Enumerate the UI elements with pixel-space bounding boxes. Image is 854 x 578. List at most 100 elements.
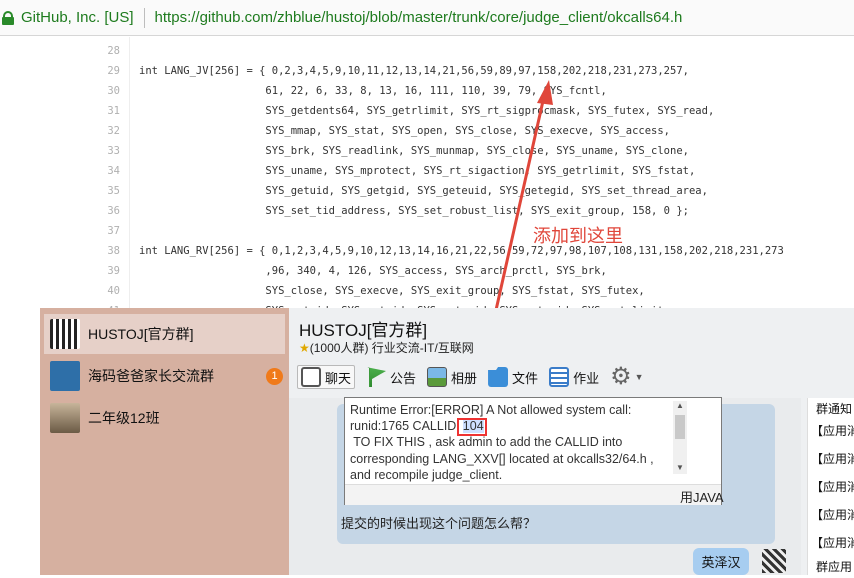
code-view: 28 29 int LANG_JV[256] = { 0,2,3,4,5,9,10,… — [0, 37, 854, 327]
line-number: 37 — [107, 225, 120, 237]
code-text: SYS_mmap, SYS_stat, SYS_open, SYS_close,… — [139, 125, 671, 137]
notice-title: 群通知 — [816, 402, 853, 416]
my-avatar — [762, 549, 786, 573]
tab-label: 相册 — [451, 370, 478, 386]
chevron-down-icon: ▼ — [634, 372, 644, 382]
line-number: 34 — [107, 165, 120, 177]
line-number: 31 — [107, 105, 120, 117]
code-text: SYS_set_tid_address, SYS_set_robust_list… — [139, 205, 689, 217]
line-number: 30 — [107, 85, 120, 97]
tab-label: 文件 — [512, 370, 539, 386]
scroll-down-icon: ▼ — [676, 463, 684, 472]
code-text: SYS_uname, SYS_mprotect, SYS_rt_sigactio… — [139, 165, 696, 177]
notice-item[interactable]: 【应用消 — [811, 422, 854, 439]
code-text: int LANG_RV[256] = { 0,1,2,3,4,5,9,10,12… — [139, 245, 784, 257]
message-fragment: 用JAVA — [680, 490, 724, 505]
line-number: 40 — [107, 285, 120, 297]
tab-chat[interactable]: 聊天 — [297, 365, 356, 389]
scroll-up-icon: ▲ — [676, 401, 684, 410]
contact-list: HUSTOJ[官方群] 海码爸爸家长交流群 1 二年级12班 — [40, 308, 289, 575]
callid-highlight — [457, 418, 487, 436]
line-number: 33 — [107, 145, 120, 157]
tab-label: 聊天 — [325, 370, 352, 386]
group-subtitle: ★(1000人群) 行业交流-IT/互联网 — [299, 339, 474, 356]
my-message-bubble: 英泽汉 — [693, 548, 749, 575]
contact-hustoj[interactable]: HUSTOJ[官方群] — [44, 314, 285, 354]
error-line: TO FIX THIS , ask admin to add the CALLI… — [350, 435, 623, 450]
browser-address-bar[interactable]: GitHub, Inc. [US] https://github.com/zhb… — [0, 0, 854, 36]
tab-notice[interactable]: 公告 — [366, 367, 416, 387]
code-line: 33 SYS_brk, SYS_readlink, SYS_munmap, SY… — [0, 141, 854, 161]
line-number: 29 — [107, 65, 120, 77]
group-notice-panel: 群通知 【应用消 【应用消 【应用消 【应用消 【应用消 群应用 — [807, 398, 854, 575]
notice-item[interactable]: 【应用消 — [811, 478, 854, 495]
url-text[interactable]: https://github.com/zhblue/hustoj/blob/ma… — [155, 9, 683, 26]
chat-toolbar: 聊天 公告 相册 文件 作业 ⚙ ▼ — [297, 364, 655, 390]
line-number: 39 — [107, 265, 120, 277]
code-line: 34 SYS_uname, SYS_mprotect, SYS_rt_sigac… — [0, 161, 854, 181]
code-line: 30 61, 22, 6, 33, 8, 13, 16, 111, 110, 3… — [0, 81, 854, 101]
settings-menu[interactable]: ⚙ ▼ — [610, 363, 644, 390]
tab-files[interactable]: 文件 — [488, 367, 538, 387]
error-line: and recompile judge_client. — [350, 467, 503, 482]
scroll-thumb[interactable] — [675, 415, 685, 439]
qr-avatar-icon — [50, 319, 80, 349]
flag-icon — [366, 367, 387, 387]
code-line: 35 SYS_getuid, SYS_getgid, SYS_geteuid, … — [0, 181, 854, 201]
code-line: 32 SYS_mmap, SYS_stat, SYS_open, SYS_clo… — [0, 121, 854, 141]
code-line: 37 — [0, 221, 854, 241]
annotation-text: 添加到这里 — [533, 226, 623, 246]
site-identity[interactable]: GitHub, Inc. [US] — [21, 9, 134, 26]
document-icon — [549, 367, 570, 387]
contact-name: HUSTOJ[官方群] — [88, 326, 194, 342]
tab-homework[interactable]: 作业 — [549, 367, 599, 387]
code-line: 40 SYS_close, SYS_execve, SYS_exit_group… — [0, 281, 854, 301]
line-number: 36 — [107, 205, 120, 217]
code-line: 36 SYS_set_tid_address, SYS_set_robust_l… — [0, 201, 854, 221]
error-box-footer — [345, 484, 721, 505]
tab-album[interactable]: 相册 — [427, 367, 477, 387]
error-line: runid:1765 CALLID: — [350, 419, 460, 434]
chat-bubble-icon — [301, 367, 321, 387]
error-line: Runtime Error:[ERROR] A Not allowed syst… — [350, 403, 632, 417]
scrollbar[interactable]: ▲ ▼ — [673, 401, 687, 474]
seahorse-avatar-icon — [50, 361, 80, 391]
notice-item[interactable]: 【应用消 — [811, 534, 854, 551]
divider — [143, 7, 145, 28]
lock-icon — [2, 10, 14, 25]
line-number: 38 — [107, 245, 120, 257]
group-photo-avatar-icon — [50, 403, 80, 433]
star-icon: ★ — [299, 341, 310, 355]
code-line: 29 int LANG_JV[256] = { 0,2,3,4,5,9,10,11… — [0, 61, 854, 81]
code-text: SYS_getdents64, SYS_getrlimit, SYS_rt_si… — [139, 105, 715, 117]
line-number: 32 — [107, 125, 120, 137]
group-info: (1000人群) 行业交流-IT/互联网 — [309, 341, 474, 355]
unread-badge: 1 — [266, 367, 283, 385]
contact-name: 海码爸爸家长交流群 — [88, 368, 214, 384]
code-text: SYS_close, SYS_execve, SYS_exit_group, S… — [139, 285, 645, 297]
code-line: 31 SYS_getdents64, SYS_getrlimit, SYS_rt… — [0, 101, 854, 121]
folder-icon — [488, 367, 509, 387]
error-line: corresponding LANG_XXV[] located at okca… — [350, 451, 654, 466]
notice-item[interactable]: 【应用消 — [811, 450, 854, 467]
contact-class-group[interactable]: 二年级12班 — [44, 398, 285, 438]
code-line: 28 — [0, 41, 854, 61]
chat-message: 提交的时候出现这个问题怎么帮？ — [341, 516, 537, 531]
code-text: ,96, 340, 4, 126, SYS_access, SYS_arch_p… — [139, 265, 607, 277]
tab-label: 公告 — [390, 370, 417, 386]
contact-parents-group[interactable]: 海码爸爸家长交流群 1 — [44, 356, 285, 396]
contact-name: 二年级12班 — [88, 410, 160, 426]
code-text: 61, 22, 6, 33, 8, 13, 16, 111, 110, 39, … — [139, 85, 607, 97]
gear-icon: ⚙ — [610, 363, 632, 390]
error-screenshot: Runtime Error:[ERROR] A Not allowed syst… — [344, 397, 722, 505]
code-text: SYS_brk, SYS_readlink, SYS_munmap, SYS_c… — [139, 145, 689, 157]
error-text: Runtime Error:[ERROR] A Not allowed syst… — [350, 402, 672, 483]
notice-item[interactable]: 【应用消 — [811, 506, 854, 523]
group-apps-label[interactable]: 群应用 — [816, 558, 852, 575]
code-line: 38 int LANG_RV[256] = { 0,1,2,3,4,5,9,10,… — [0, 241, 854, 261]
code-text: int LANG_JV[256] = { 0,2,3,4,5,9,10,11,1… — [139, 65, 689, 77]
photo-icon — [427, 367, 448, 387]
code-line: 39 ,96, 340, 4, 126, SYS_access, SYS_arc… — [0, 261, 854, 281]
tab-label: 作业 — [573, 370, 600, 386]
line-number: 35 — [107, 185, 120, 197]
